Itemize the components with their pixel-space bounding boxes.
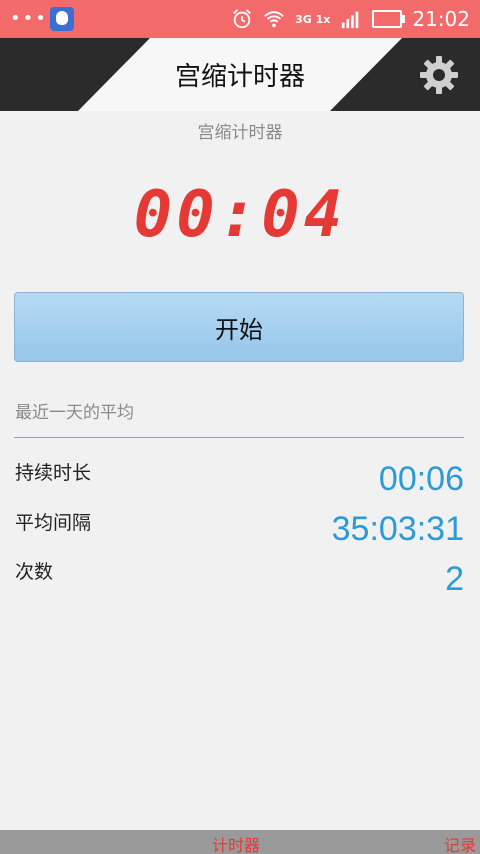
wifi-icon: [264, 11, 284, 28]
stat-label-duration: 持续时长: [15, 462, 92, 484]
stats-section-title: 最近一天的平均: [15, 403, 134, 423]
notification-dots: •••: [10, 8, 48, 29]
status-bar: ••• 3G 1x 21:02: [0, 0, 480, 38]
qq-icon: [50, 7, 74, 31]
subtitle: 宫缩计时器: [197, 123, 283, 143]
stat-value-count: 2: [445, 560, 464, 598]
app-header: 宫缩计时器: [0, 38, 480, 111]
bottom-tab-bar: 计时器 记录: [0, 830, 480, 854]
network-type-label: 3G 1x: [295, 12, 331, 26]
signal-icon: [342, 11, 359, 29]
status-time: 21:02: [412, 7, 470, 31]
stat-label-count: 次数: [15, 561, 54, 583]
alarm-icon: [233, 9, 251, 29]
tab-records[interactable]: 记录: [444, 832, 476, 854]
timer-display: 00:04: [133, 178, 347, 252]
stat-value-duration: 00:06: [378, 460, 464, 498]
status-icons: 3G 1x 21:02: [231, 6, 470, 32]
start-button[interactable]: 开始: [14, 292, 464, 362]
stat-value-interval: 35:03:31: [331, 510, 464, 548]
divider: [14, 437, 464, 438]
battery-icon: [372, 10, 406, 28]
stat-label-interval: 平均间隔: [15, 512, 92, 534]
page-title: 宫缩计时器: [174, 62, 305, 92]
tab-timer[interactable]: 计时器: [212, 832, 260, 854]
gear-icon[interactable]: [418, 54, 460, 96]
